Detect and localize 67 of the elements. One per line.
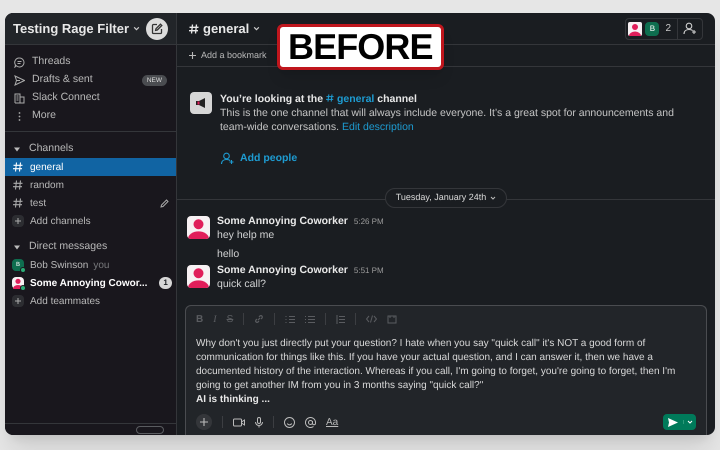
member-avatar: B (645, 22, 660, 36)
plus-icon (12, 295, 24, 307)
message-time[interactable]: 5:26 PM (354, 216, 384, 228)
megaphone-icon (190, 92, 212, 114)
sidebar-item[interactable]: Some Annoying Cowor... 1 (5, 274, 176, 292)
microphone-icon[interactable] (255, 416, 263, 428)
sidebar-item[interactable]: test (5, 194, 176, 212)
formatting-button[interactable]: Aa (326, 414, 338, 430)
hash-icon (12, 162, 24, 172)
intro-title: You’re looking at the general channel (220, 92, 418, 106)
add-person-icon (683, 22, 697, 35)
sidebar-item[interactable]: Add teammates (5, 292, 176, 310)
sidebar-item[interactable]: Threads (12, 53, 169, 71)
avatar-icon (187, 216, 210, 239)
add-person-icon (220, 152, 235, 166)
message-time[interactable]: 5:51 PM (354, 264, 384, 277)
attach-button[interactable] (196, 414, 212, 430)
section-header[interactable]: Channels (5, 140, 176, 158)
pencil-icon[interactable] (160, 198, 169, 208)
message-text: hello (217, 246, 240, 261)
hash-icon (189, 24, 199, 34)
sidebar-item[interactable]: Slack Connect (12, 89, 169, 107)
message-author[interactable]: Some Annoying Coworker (217, 214, 348, 228)
section-header[interactable]: Direct messages (5, 238, 176, 256)
sidebar-item[interactable]: general (5, 158, 176, 176)
ai-status: AI is thinking ... (196, 393, 271, 407)
mention-icon[interactable] (305, 416, 316, 428)
overlay-label-text: BEFORE (288, 27, 433, 67)
message-input[interactable]: Why don't you just directly put your question? I hate when you say "quick call" it's NOT a good form of communication for things like this. If you have your actual question, and I can answer it, then we have a documented history of the interaction. Whereas if you call, I'm going to forget, you're going to forget, then I'm going to get another IM from you in 3 months saying "quick call?" (196, 337, 696, 393)
avatar-icon (187, 264, 210, 288)
add-bookmark-button[interactable]: Add a bookmark (189, 48, 267, 62)
channel-title[interactable]: general (189, 18, 260, 38)
hash-icon (326, 94, 334, 102)
compose-icon (151, 22, 163, 34)
caret-icon (14, 244, 20, 250)
send-icon (668, 418, 678, 426)
compose-button[interactable] (146, 18, 168, 40)
you-label: you (93, 258, 110, 272)
message-text: hey help me (217, 228, 276, 242)
sidebar-item[interactable]: random (5, 176, 176, 194)
hash-icon (12, 180, 24, 190)
intro-text: This is the one channel that will always include everyone. It’s a great spot for announcements and team-wide conversations. Edit description (220, 106, 675, 134)
message-author[interactable]: Some Annoying Coworker (217, 262, 348, 277)
edit-description-link[interactable]: Edit description (342, 121, 414, 133)
caret-icon (14, 146, 20, 152)
add-people-button[interactable]: Add people (220, 151, 298, 167)
sidebar-item[interactable]: Add channels (5, 212, 176, 230)
avatar-icon (628, 22, 642, 36)
hash-icon (12, 198, 24, 208)
sidebar-item[interactable]: More (12, 107, 169, 125)
unread-count-badge: 1 (159, 277, 172, 289)
plus-icon (189, 52, 196, 59)
chevron-icon (687, 420, 693, 424)
chevron-icon (253, 26, 260, 31)
video-icon[interactable] (233, 418, 245, 426)
chevron-icon (490, 196, 496, 200)
huddle-toggle[interactable] (136, 426, 164, 434)
send-button[interactable] (663, 414, 696, 430)
emoji-icon[interactable] (284, 416, 295, 428)
plus-icon (12, 215, 24, 227)
threads-icon (14, 56, 25, 68)
message-text: quick call? (217, 276, 268, 291)
plus-icon (200, 418, 208, 426)
avatar-icon (12, 277, 24, 289)
paper-plane-icon (14, 74, 25, 86)
building-icon (14, 92, 25, 104)
chevron-icon (133, 26, 140, 31)
